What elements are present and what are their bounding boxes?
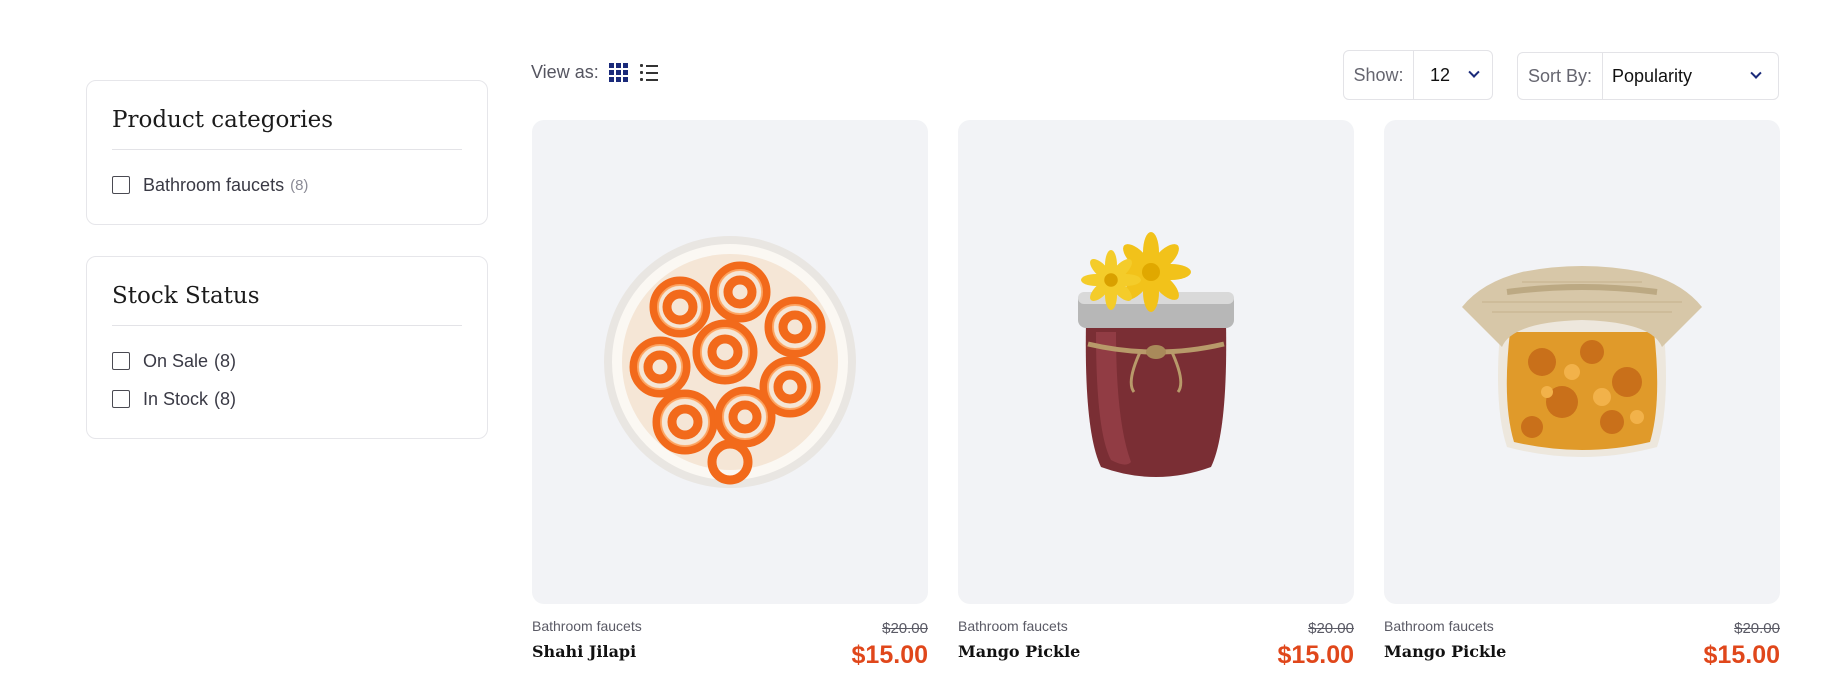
product-old-price: $20.00 — [1308, 620, 1354, 637]
show-value-dropdown[interactable]: 12 — [1414, 51, 1492, 99]
product-info: Bathroom faucets Shahi Jilapi $20.00 $15… — [532, 618, 928, 670]
stock-status-widget: Stock Status On Sale (8) In Stock (8) — [86, 256, 488, 439]
product-image-mango-pickle[interactable] — [958, 120, 1354, 604]
chevron-down-icon — [1750, 67, 1762, 79]
sort-value: Popularity — [1612, 65, 1693, 86]
filter-count: (8) — [214, 388, 237, 409]
sidebar: Product categories Bathroom faucets (8) … — [86, 80, 488, 470]
filter-in-stock[interactable]: In Stock (8) — [112, 384, 462, 414]
product-category[interactable]: Bathroom faucets — [1384, 618, 1506, 634]
product-name[interactable]: Mango Pickle — [958, 642, 1080, 661]
view-as-control: View as: — [531, 62, 659, 83]
filter-label: In Stock — [143, 388, 209, 409]
product-card[interactable]: Bathroom faucets Shahi Jilapi $20.00 $15… — [532, 120, 928, 670]
sort-value-dropdown[interactable]: Popularity — [1603, 53, 1778, 99]
checkbox[interactable] — [112, 352, 130, 370]
widget-title-stock: Stock Status — [112, 283, 462, 326]
show-label: Show: — [1344, 51, 1414, 99]
widget-title-categories: Product categories — [112, 107, 462, 150]
product-price: $15.00 — [851, 641, 928, 669]
product-name[interactable]: Shahi Jilapi — [532, 642, 642, 661]
filter-count: (8) — [290, 176, 309, 194]
product-price: $15.00 — [1277, 641, 1354, 669]
filter-on-sale[interactable]: On Sale (8) — [112, 346, 462, 376]
product-old-price: $20.00 — [1734, 620, 1780, 637]
product-old-price: $20.00 — [882, 620, 928, 637]
jalebi-bowl-icon — [604, 236, 856, 488]
sort-label: Sort By: — [1518, 53, 1603, 99]
show-per-page-select[interactable]: Show: 12 — [1343, 50, 1493, 100]
product-info: Bathroom faucets Mango Pickle $20.00 $15… — [958, 618, 1354, 670]
filter-label: Bathroom faucets — [143, 174, 285, 195]
product-image-jalebi[interactable] — [532, 120, 928, 604]
checkbox[interactable] — [112, 390, 130, 408]
sort-by-select[interactable]: Sort By: Popularity — [1517, 52, 1779, 100]
product-card[interactable]: Bathroom faucets Mango Pickle $20.00 $15… — [1384, 120, 1780, 670]
filter-bathroom-faucets[interactable]: Bathroom faucets (8) — [112, 170, 462, 200]
chevron-down-icon — [1468, 66, 1480, 78]
product-category[interactable]: Bathroom faucets — [532, 618, 642, 634]
filter-label: On Sale — [143, 350, 209, 371]
product-price: $15.00 — [1703, 641, 1780, 669]
product-grid: Bathroom faucets Shahi Jilapi $20.00 $15… — [532, 120, 1780, 670]
checkbox[interactable] — [112, 176, 130, 194]
product-category[interactable]: Bathroom faucets — [958, 618, 1080, 634]
grid-view-icon[interactable] — [609, 63, 629, 83]
product-card[interactable]: Bathroom faucets Mango Pickle $20.00 $15… — [958, 120, 1354, 670]
product-name[interactable]: Mango Pickle — [1384, 642, 1506, 661]
product-info: Bathroom faucets Mango Pickle $20.00 $15… — [1384, 618, 1780, 670]
filter-count: (8) — [214, 350, 237, 371]
product-image-mango-pickle[interactable] — [1384, 120, 1780, 604]
view-as-label: View as: — [531, 62, 599, 82]
show-value: 12 — [1430, 64, 1451, 85]
jar-with-flowers-icon — [1078, 232, 1234, 477]
product-categories-widget: Product categories Bathroom faucets (8) — [86, 80, 488, 225]
list-view-icon[interactable] — [639, 63, 659, 83]
pickle-jar-icon — [1462, 266, 1702, 457]
